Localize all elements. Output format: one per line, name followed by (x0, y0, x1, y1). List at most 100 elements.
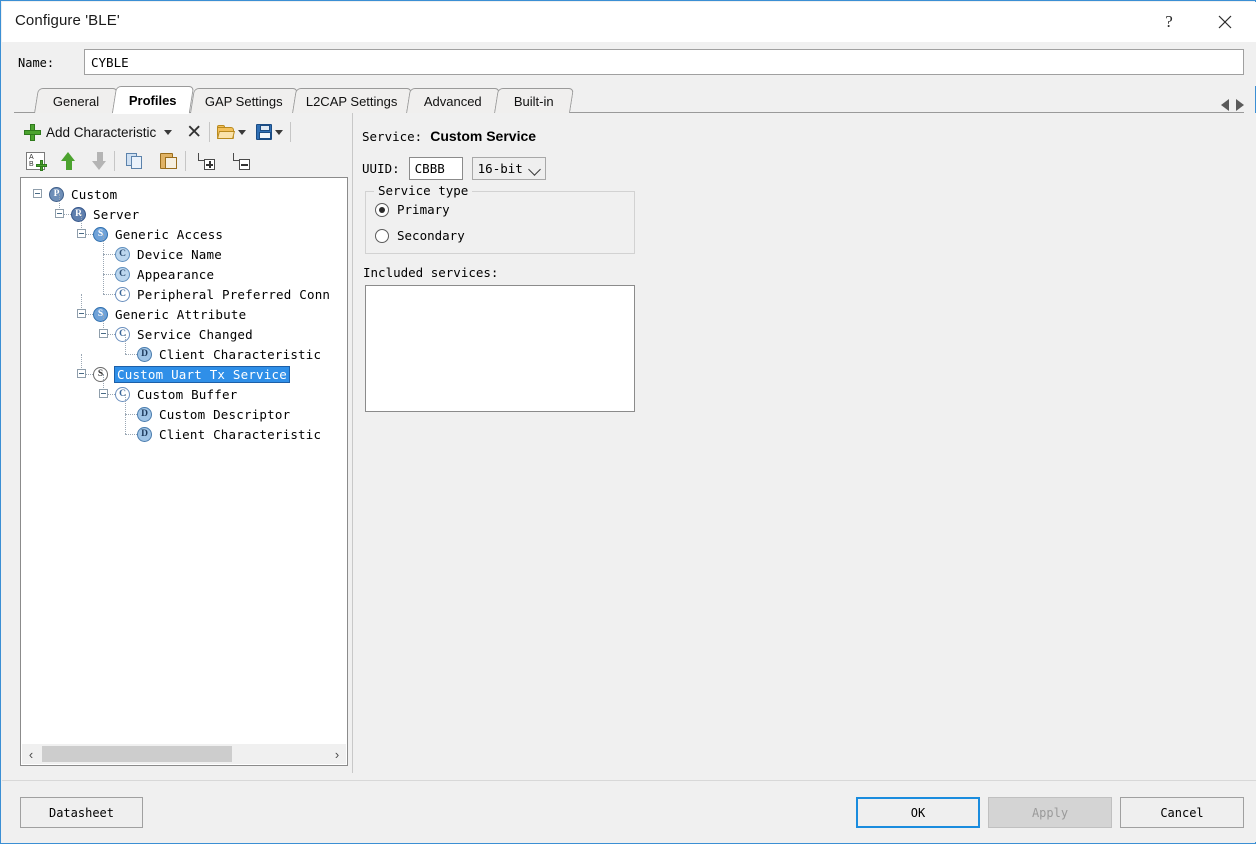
expand-all-button[interactable] (195, 148, 218, 174)
scrollbar-track[interactable] (40, 744, 328, 764)
chevron-down-icon (527, 163, 541, 176)
profile-tree-pane: Add Characteristic ✕ A B P Custom R Serv… (20, 113, 348, 773)
tab-gap-settings[interactable]: GAP Settings (190, 88, 298, 113)
paste-button[interactable] (158, 148, 180, 174)
uuid-row: UUID: 16-bit (362, 157, 546, 180)
scroll-left-icon[interactable] (1221, 99, 1229, 111)
radio-secondary-indicator[interactable] (375, 228, 389, 243)
scrollbar-left-arrow-icon[interactable]: ‹ (22, 744, 40, 764)
tab-l2cap-settings[interactable]: L2CAP Settings (292, 88, 412, 113)
close-button[interactable] (1202, 3, 1248, 41)
tree-guide-line (125, 414, 127, 434)
tree-expander-toggle[interactable] (77, 229, 86, 238)
tree-node-type-icon: C (115, 286, 130, 302)
tree-toolbar-primary: Add Characteristic ✕ (20, 117, 348, 147)
tab-advanced[interactable]: Advanced (406, 88, 500, 113)
tree-guide-line (103, 234, 105, 254)
included-services-label: Included services: (363, 265, 499, 280)
scrollbar-thumb[interactable] (42, 746, 232, 762)
tree-node[interactable]: C Peripheral Preferred Conn (115, 284, 330, 304)
save-disk-icon (256, 124, 273, 140)
tree-node[interactable]: C Device Name (115, 244, 222, 264)
tree-node-type-icon: C (115, 326, 130, 342)
tab-general[interactable]: General (34, 88, 118, 113)
tab-strip: General Profiles GAP Settings L2CAP Sett… (2, 86, 1256, 113)
tree-node-label: Custom (71, 186, 118, 202)
tab-profiles[interactable]: Profiles (111, 86, 195, 113)
radio-primary-indicator[interactable] (375, 202, 389, 217)
tab-built-in[interactable]: Built-in (494, 88, 574, 113)
uuid-format-value: 16-bit (477, 161, 523, 176)
tree-expander-toggle[interactable] (99, 329, 108, 338)
tree-node[interactable]: C Appearance (115, 264, 214, 284)
tree-node-label: Device Name (137, 246, 222, 262)
delete-x-icon: ✕ (186, 121, 203, 143)
tree-node-type-icon: S (93, 226, 108, 242)
caret-down-icon[interactable] (164, 129, 173, 135)
tree-node[interactable]: D Client Characteristic (137, 424, 321, 444)
open-button[interactable] (215, 119, 248, 145)
cancel-button[interactable]: Cancel (1120, 797, 1244, 828)
tab-label: Built-in (514, 93, 554, 109)
dialog-content: Add Characteristic ✕ A B P Custom R Serv… (2, 113, 1256, 783)
tree-horizontal-scrollbar[interactable]: ‹ › (22, 744, 346, 764)
pane-splitter[interactable] (352, 113, 358, 773)
tree-node[interactable]: S Generic Access (93, 224, 223, 244)
tree-expander-toggle[interactable] (33, 189, 42, 198)
tree-node-label: Generic Access (115, 226, 224, 242)
move-down-button[interactable] (90, 148, 109, 174)
help-button[interactable]: ? (1146, 3, 1192, 41)
copy-icon (126, 152, 144, 170)
tree-node[interactable]: D Client Characteristic (137, 344, 321, 364)
radio-primary[interactable]: Primary (375, 202, 450, 217)
scrollbar-right-arrow-icon[interactable]: › (328, 744, 346, 764)
radio-secondary-label: Secondary (397, 228, 465, 243)
uuid-input[interactable] (408, 157, 463, 180)
tab-label: GAP Settings (205, 93, 283, 109)
copy-button[interactable] (124, 148, 146, 174)
tree-node-label: Custom Buffer (137, 386, 238, 402)
tree-node[interactable]: S Custom Uart Tx Service (93, 364, 290, 384)
uuid-format-select[interactable]: 16-bit (471, 157, 546, 180)
tree-node-label: Client Characteristic (159, 346, 322, 362)
tree-toolbar-secondary: AB (20, 147, 348, 175)
tree-node-list: P Custom R Server S Generic Access C Device Nam… (21, 178, 347, 740)
plus-icon (24, 123, 41, 141)
tree-node[interactable]: C Custom Buffer (115, 384, 237, 404)
tree-guide-line (125, 394, 127, 414)
collapse-all-button[interactable] (230, 148, 253, 174)
tree-node-label: Generic Attribute (115, 306, 247, 322)
open-caret-down-icon[interactable] (238, 129, 247, 135)
scroll-right-icon[interactable] (1236, 99, 1244, 111)
service-details-pane: Service: Custom Service UUID: 16-bit Ser… (360, 113, 1250, 773)
tree-node-type-icon: C (115, 386, 130, 402)
tree-expander-toggle[interactable] (99, 389, 108, 398)
expand-all-icon (197, 152, 216, 170)
add-characteristic-label: Add Characteristic (46, 124, 157, 140)
move-up-button[interactable] (59, 148, 78, 174)
move-up-icon (61, 152, 76, 170)
tree-node-type-icon: C (115, 266, 130, 282)
name-input[interactable] (84, 49, 1244, 75)
tree-node[interactable]: S Generic Attribute (93, 304, 246, 324)
service-type-title: Service type (374, 183, 473, 198)
sort-alphabetical-add-button[interactable]: AB (24, 148, 47, 174)
included-services-list[interactable] (365, 285, 635, 412)
question-mark-icon: ? (1165, 12, 1173, 31)
toolbar-separator-2 (290, 122, 292, 142)
save-button[interactable] (254, 119, 285, 145)
tree-expander-toggle[interactable] (55, 209, 64, 218)
radio-secondary[interactable]: Secondary (375, 228, 465, 243)
tree-node-type-icon: S (93, 306, 108, 322)
tree-node[interactable]: C Service Changed (115, 324, 253, 344)
save-caret-down-icon[interactable] (275, 129, 284, 135)
add-characteristic-button[interactable]: Add Characteristic (20, 119, 176, 145)
tree-node[interactable]: D Custom Descriptor (137, 404, 290, 424)
ok-button[interactable]: OK (856, 797, 980, 828)
tree-expander-toggle[interactable] (77, 369, 86, 378)
tree-expander-toggle[interactable] (77, 309, 86, 318)
datasheet-button[interactable]: Datasheet (20, 797, 143, 828)
profile-tree[interactable]: P Custom R Server S Generic Access C Device Nam… (20, 177, 348, 766)
name-row: Name: (2, 42, 1256, 86)
delete-button[interactable]: ✕ (184, 119, 204, 145)
